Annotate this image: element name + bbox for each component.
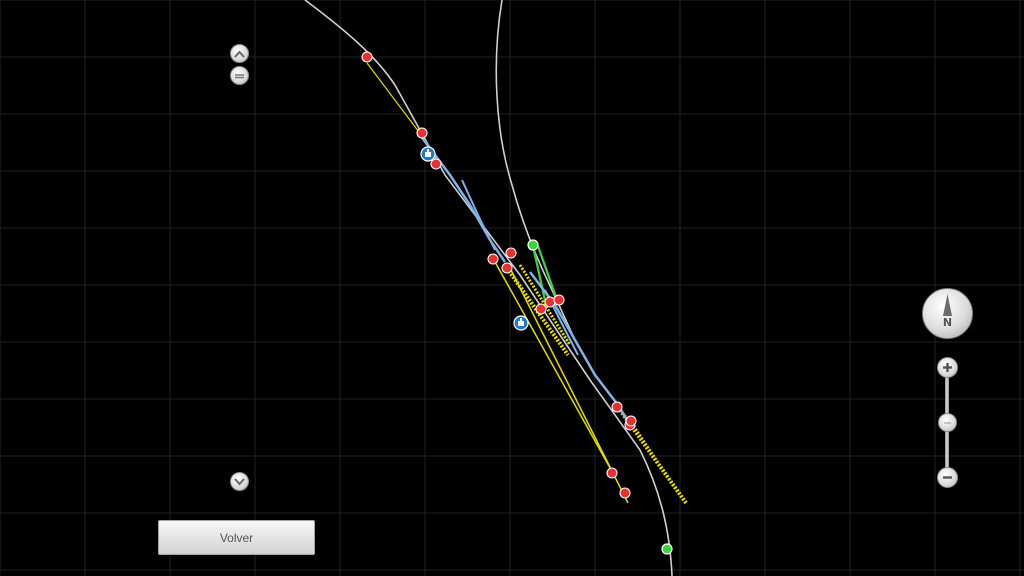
info-marker[interactable]	[513, 315, 529, 331]
red-marker[interactable]	[535, 303, 547, 315]
collapse-button[interactable]	[230, 66, 249, 85]
minus-icon	[944, 422, 951, 423]
red-marker[interactable]	[611, 401, 623, 413]
chevron-down-icon	[234, 477, 245, 485]
green-marker[interactable]	[527, 239, 539, 251]
info-marker[interactable]	[420, 146, 436, 162]
red-marker[interactable]	[487, 253, 499, 265]
red-marker[interactable]	[625, 415, 637, 427]
minus-icon	[943, 476, 952, 479]
red-marker[interactable]	[361, 51, 373, 63]
track-yellow-group	[366, 62, 688, 505]
plus-icon	[943, 363, 952, 372]
red-marker[interactable]	[501, 262, 513, 274]
zoom-out-button[interactable]	[937, 467, 958, 488]
back-button[interactable]: Volver	[158, 520, 315, 555]
red-marker[interactable]	[505, 247, 517, 259]
map-canvas[interactable]	[0, 0, 1024, 576]
red-marker[interactable]	[619, 487, 631, 499]
chevron-up-icon	[234, 50, 245, 58]
compass-letter: N	[942, 316, 953, 329]
green-marker[interactable]	[661, 543, 673, 555]
north-arrow-icon	[943, 294, 952, 316]
track-gray-left	[304, 0, 673, 576]
scroll-up-button[interactable]	[230, 44, 249, 63]
minus-icon	[235, 73, 244, 78]
map-grid	[0, 0, 1024, 576]
zoom-slider-handle[interactable]	[938, 413, 957, 432]
red-marker[interactable]	[553, 294, 565, 306]
zoom-in-button[interactable]	[937, 357, 958, 378]
red-marker[interactable]	[430, 158, 442, 170]
red-marker[interactable]	[606, 467, 618, 479]
track-blue-group	[419, 134, 632, 426]
red-marker[interactable]	[544, 296, 556, 308]
scroll-down-button[interactable]	[230, 472, 249, 491]
green-marker-group	[527, 239, 673, 555]
red-marker[interactable]	[416, 127, 428, 139]
back-button-label: Volver	[219, 530, 254, 545]
compass-button[interactable]: N	[922, 288, 973, 339]
